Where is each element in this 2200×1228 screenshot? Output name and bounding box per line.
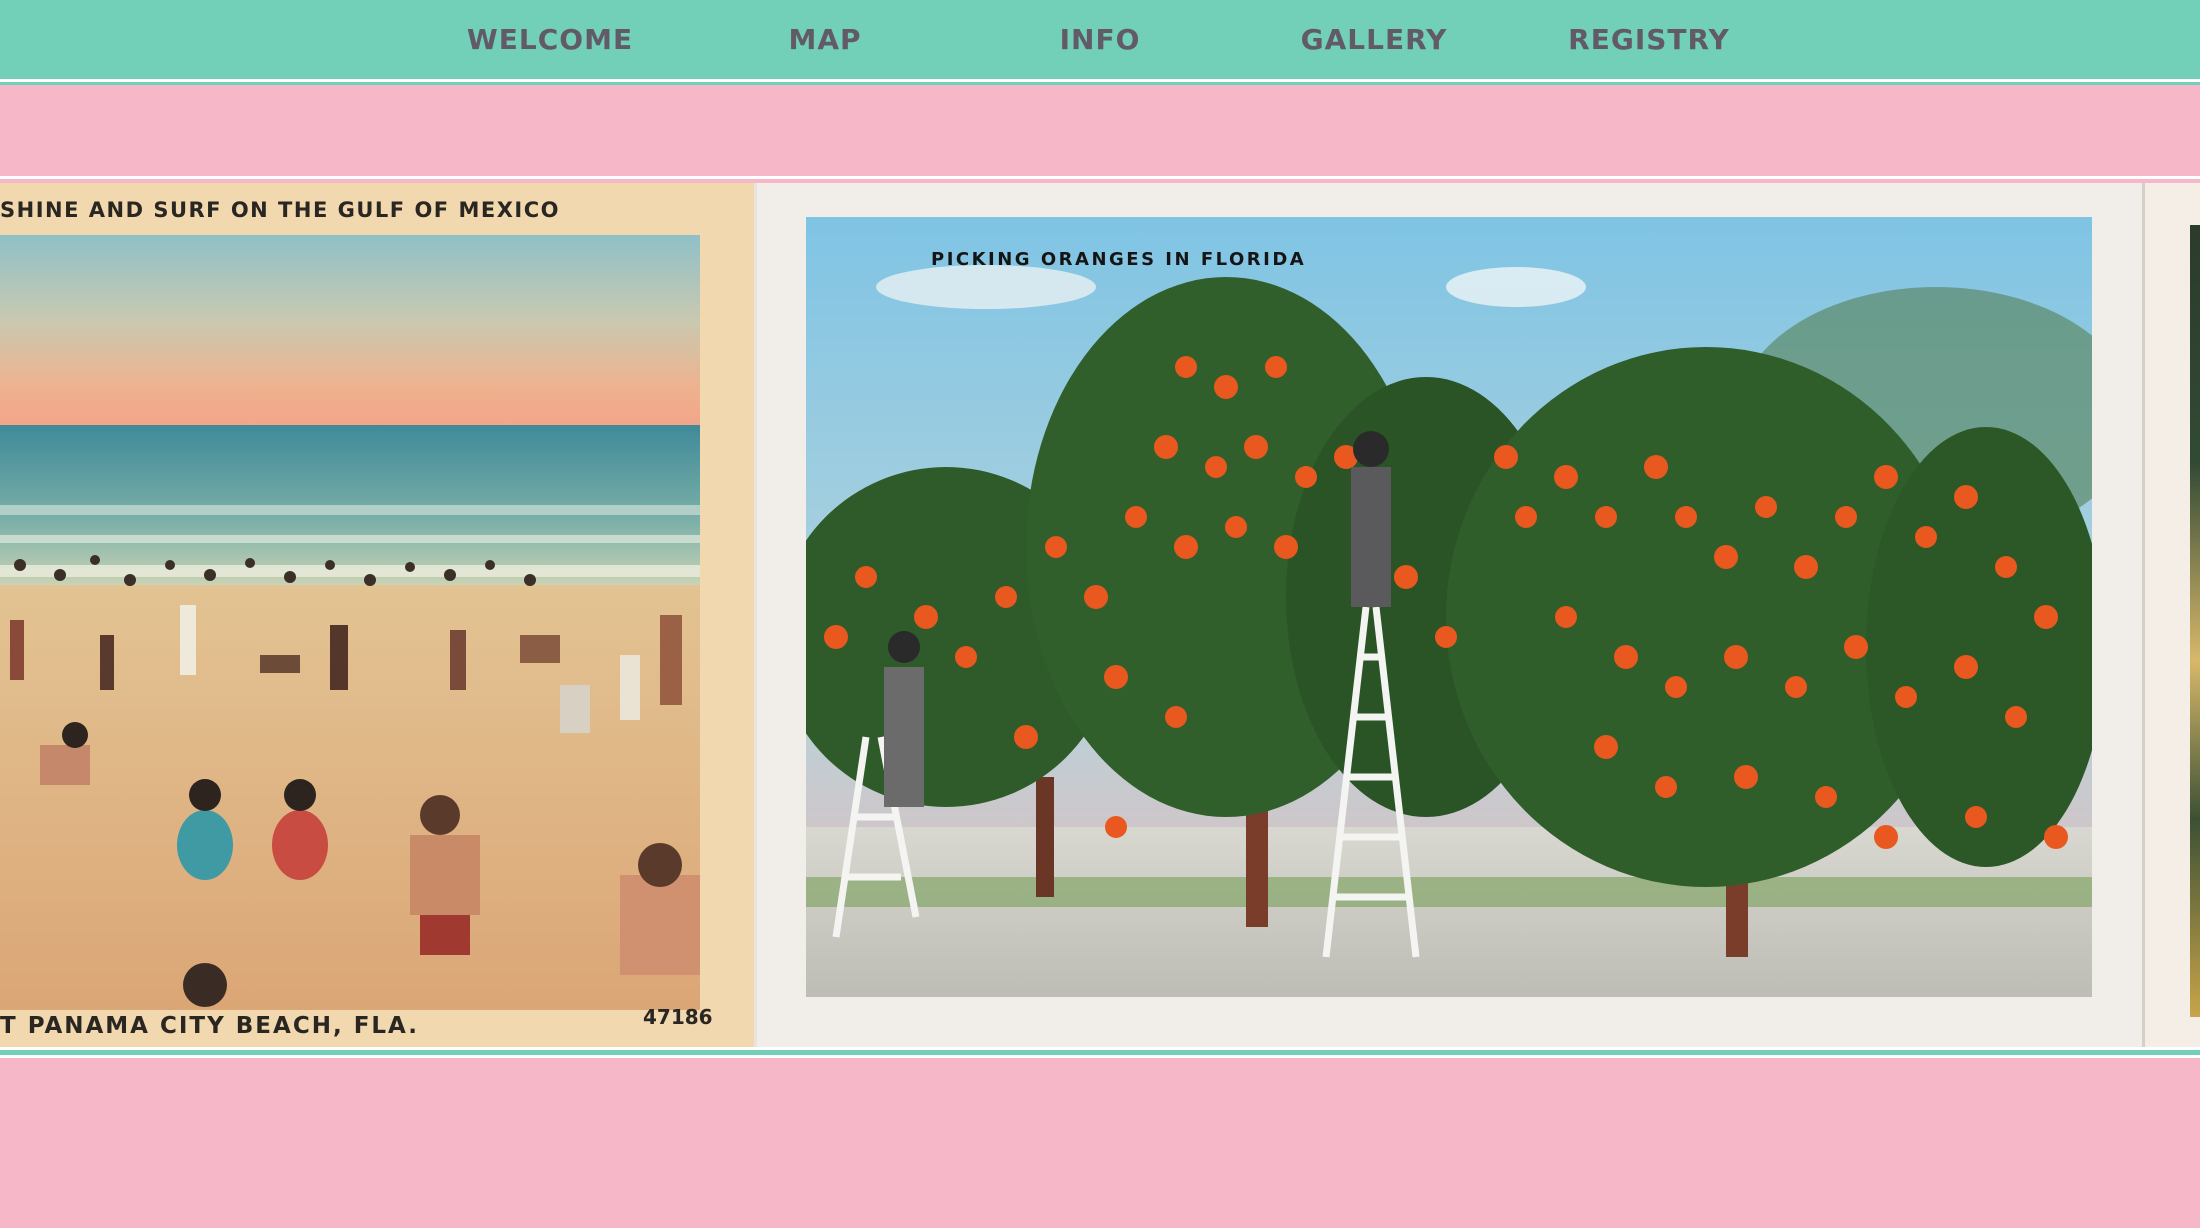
- postcard-picking-oranges[interactable]: PICKING ORANGES IN FLORIDA: [757, 183, 2142, 1047]
- postcard-serial-number: 47186: [643, 1005, 713, 1029]
- postcard-caption: PICKING ORANGES IN FLORIDA: [931, 249, 1307, 270]
- top-navigation: WELCOME MAP INFO GALLERY REGISTRY: [0, 0, 2200, 79]
- gallery-bottom-divider-white-2: [0, 1055, 2200, 1058]
- postcard-next-partial[interactable]: [2142, 183, 2200, 1047]
- gallery-strip[interactable]: SHINE AND SURF ON THE GULF OF MEXICO T P…: [0, 183, 2200, 1047]
- postcard-caption-top: SHINE AND SURF ON THE GULF OF MEXICO: [0, 198, 560, 222]
- gallery-top-divider: [0, 176, 2200, 179]
- nav-item-gallery[interactable]: GALLERY: [1264, 0, 1484, 79]
- nav-item-welcome[interactable]: WELCOME: [440, 0, 660, 79]
- postcard-caption-bottom: T PANAMA CITY BEACH, FLA.: [0, 1013, 420, 1039]
- postcard-next-image: [2190, 225, 2200, 1017]
- nav-divider-teal: [0, 82, 2200, 85]
- nav-item-map[interactable]: MAP: [715, 0, 935, 79]
- beach-scene-image: [0, 235, 700, 1010]
- postcard-panama-city-beach[interactable]: SHINE AND SURF ON THE GULF OF MEXICO T P…: [0, 183, 754, 1047]
- page: WELCOME MAP INFO GALLERY REGISTRY SHINE …: [0, 0, 2200, 1228]
- nav-item-registry[interactable]: REGISTRY: [1539, 0, 1759, 79]
- orange-grove-image: [806, 217, 2092, 997]
- nav-item-info[interactable]: INFO: [990, 0, 1210, 79]
